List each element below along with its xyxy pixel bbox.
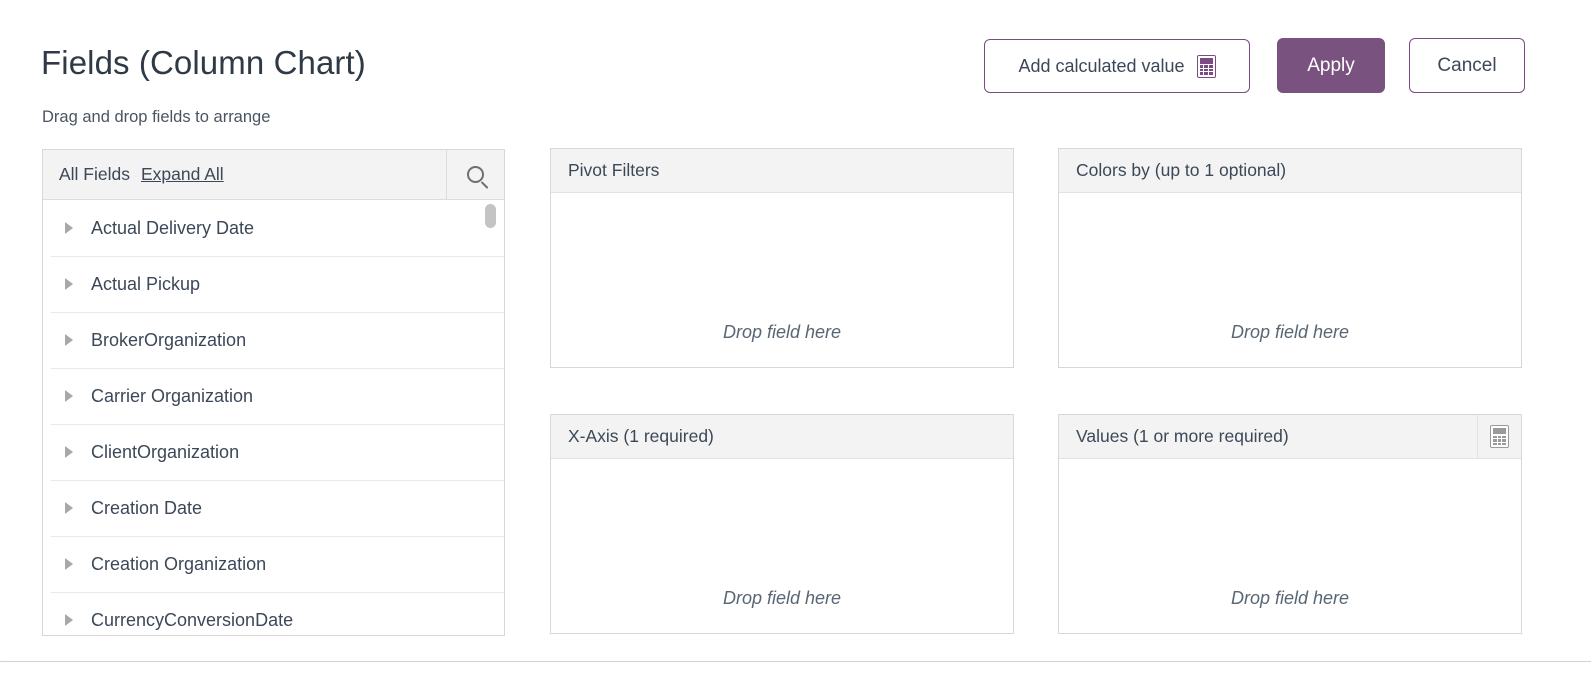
all-fields-panel: All Fields Expand All Actual Delivery Da…: [42, 149, 505, 636]
calculator-icon: [1490, 425, 1509, 448]
values-dropzone[interactable]: Values (1 or more required) Drop field h…: [1058, 414, 1522, 634]
calculator-screen: [1200, 58, 1213, 64]
drop-field-hint: Drop field here: [551, 322, 1013, 343]
add-calculated-value-label: Add calculated value: [1018, 56, 1184, 77]
triangle-right-icon[interactable]: [65, 278, 73, 290]
triangle-right-icon[interactable]: [65, 222, 73, 234]
list-item[interactable]: CurrencyConversionDate: [43, 592, 504, 636]
fields-dialog: Fields (Column Chart) Drag and drop fiel…: [0, 0, 1591, 694]
list-item[interactable]: Creation Date: [43, 480, 504, 536]
calculator-icon: [1197, 55, 1216, 78]
fields-list-scrollbar-thumb[interactable]: [485, 204, 496, 228]
values-title: Values (1 or more required): [1076, 426, 1289, 447]
expand-all-link[interactable]: Expand All: [141, 164, 224, 185]
page-title: Fields (Column Chart): [41, 44, 366, 82]
list-item[interactable]: Creation Organization: [43, 536, 504, 592]
x-axis-body[interactable]: Drop field here: [551, 459, 1013, 633]
drop-field-hint: Drop field here: [1059, 588, 1521, 609]
colors-by-body[interactable]: Drop field here: [1059, 193, 1521, 367]
colors-by-dropzone[interactable]: Colors by (up to 1 optional) Drop field …: [1058, 148, 1522, 368]
pivot-filters-title: Pivot Filters: [568, 160, 659, 181]
pivot-filters-header: Pivot Filters: [551, 149, 1013, 193]
calculator-keys: [1493, 436, 1506, 446]
triangle-right-icon[interactable]: [65, 614, 73, 626]
values-header: Values (1 or more required): [1059, 415, 1521, 459]
field-label: Actual Pickup: [91, 274, 200, 295]
field-label: Creation Date: [91, 498, 202, 519]
add-calculated-value-button[interactable]: Add calculated value: [984, 39, 1250, 93]
all-fields-title: All Fields: [59, 164, 130, 185]
triangle-right-icon[interactable]: [65, 334, 73, 346]
values-calculator-button[interactable]: [1477, 415, 1521, 458]
all-fields-header: All Fields Expand All: [43, 150, 504, 200]
search-icon: [467, 166, 484, 183]
field-label: Actual Delivery Date: [91, 218, 254, 239]
search-button[interactable]: [446, 150, 504, 199]
list-item[interactable]: Carrier Organization: [43, 368, 504, 424]
triangle-right-icon[interactable]: [65, 502, 73, 514]
calculator-keys: [1200, 65, 1213, 75]
x-axis-header: X-Axis (1 required): [551, 415, 1013, 459]
page-subtitle: Drag and drop fields to arrange: [42, 108, 270, 127]
list-item[interactable]: BrokerOrganization: [43, 312, 504, 368]
fields-list[interactable]: Actual Delivery Date Actual Pickup Broke…: [43, 200, 504, 636]
field-label: Creation Organization: [91, 554, 266, 575]
list-item[interactable]: ClientOrganization: [43, 424, 504, 480]
field-label: BrokerOrganization: [91, 330, 246, 351]
x-axis-title: X-Axis (1 required): [568, 426, 714, 447]
field-label: Carrier Organization: [91, 386, 253, 407]
colors-by-header: Colors by (up to 1 optional): [1059, 149, 1521, 193]
calculator-screen: [1493, 428, 1506, 434]
pivot-filters-body[interactable]: Drop field here: [551, 193, 1013, 367]
list-item[interactable]: Actual Delivery Date: [43, 200, 504, 256]
values-body[interactable]: Drop field here: [1059, 459, 1521, 633]
list-item[interactable]: Actual Pickup: [43, 256, 504, 312]
drop-field-hint: Drop field here: [551, 588, 1013, 609]
triangle-right-icon[interactable]: [65, 446, 73, 458]
field-label: CurrencyConversionDate: [91, 610, 293, 631]
field-label: ClientOrganization: [91, 442, 239, 463]
triangle-right-icon[interactable]: [65, 558, 73, 570]
drop-field-hint: Drop field here: [1059, 322, 1521, 343]
pivot-filters-dropzone[interactable]: Pivot Filters Drop field here: [550, 148, 1014, 368]
apply-button[interactable]: Apply: [1277, 38, 1385, 93]
colors-by-title: Colors by (up to 1 optional): [1076, 160, 1286, 181]
x-axis-dropzone[interactable]: X-Axis (1 required) Drop field here: [550, 414, 1014, 634]
cancel-button[interactable]: Cancel: [1409, 38, 1525, 93]
triangle-right-icon[interactable]: [65, 390, 73, 402]
